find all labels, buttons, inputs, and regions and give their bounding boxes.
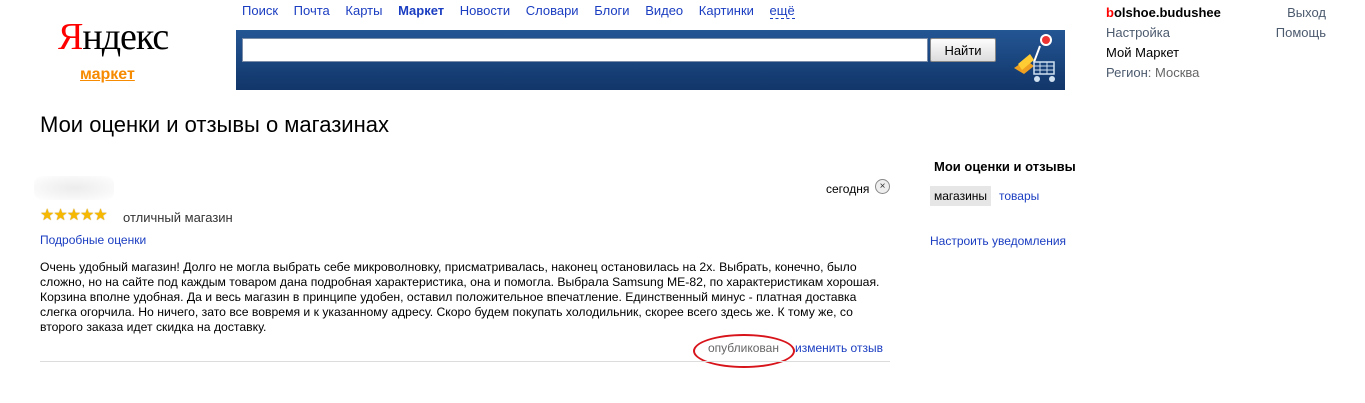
region-separator: : [1147, 65, 1152, 80]
notification-settings-link[interactable]: Настроить уведомления [930, 234, 1066, 248]
rating-stars: ★★★★★ [40, 207, 108, 224]
review-status: опубликован [708, 341, 779, 355]
sidebar-title: Мои оценки и отзывы [934, 159, 1076, 174]
nav-market[interactable]: Маркет [398, 3, 444, 18]
nav-maps[interactable]: Карты [345, 3, 382, 18]
username-rest: olshoe.budushee [1113, 5, 1221, 20]
page-title: Мои оценки и отзывы о магазинах [40, 112, 389, 137]
nav-mail[interactable]: Почта [294, 3, 330, 18]
my-market-label[interactable]: Мой Маркет [1106, 45, 1179, 60]
shopping-cart-icon [1014, 34, 1055, 82]
search-button[interactable]: Найти [930, 38, 996, 62]
username-link[interactable]: bolshoe.budushee [1106, 5, 1221, 20]
region-link[interactable]: Регион [1106, 65, 1148, 80]
user-panel: bolshoe.budushee Выход Настройка Помощь … [1106, 3, 1326, 83]
nav-more[interactable]: ещё [769, 3, 795, 19]
edit-review-link[interactable]: изменить отзыв [795, 341, 883, 355]
logo-rest: ндекс [82, 16, 169, 58]
detailed-ratings-link[interactable]: Подробные оценки [40, 233, 146, 247]
review-divider [40, 361, 890, 362]
nav-dictionaries[interactable]: Словари [526, 3, 579, 18]
help-link[interactable]: Помощь [1276, 23, 1326, 43]
sidebar-tab-shops: магазины [930, 186, 992, 206]
settings-link[interactable]: Настройка [1106, 25, 1170, 40]
sidebar-tab-products[interactable]: товары [999, 189, 1039, 203]
search-band: Найти [236, 30, 1065, 90]
region-value: Москва [1155, 65, 1200, 80]
rating-label: отличный магазин [123, 210, 233, 225]
nav-video[interactable]: Видео [645, 3, 683, 18]
services-nav: Поиск Почта Карты Маркет Новости Словари… [242, 3, 807, 19]
logo-market-link[interactable]: маркет [80, 66, 135, 84]
nav-search[interactable]: Поиск [242, 3, 278, 18]
nav-blogs[interactable]: Блоги [594, 3, 629, 18]
logout-link[interactable]: Выход [1287, 3, 1326, 23]
logo-wordmark: Яндекс [58, 16, 169, 58]
nav-images[interactable]: Картинки [699, 3, 754, 18]
logo-first-letter: Я [58, 16, 83, 58]
review-date: сегодня [826, 182, 870, 196]
reviewer-name-blurred [34, 176, 114, 200]
nav-news[interactable]: Новости [460, 3, 510, 18]
close-icon[interactable]: × [875, 179, 890, 194]
review-text: Очень удобный магазин! Долго не могла вы… [40, 260, 880, 334]
search-input[interactable] [242, 38, 928, 62]
username-first-letter: b [1106, 5, 1114, 20]
yandex-market-logo[interactable]: Яндекс маркет [58, 16, 169, 88]
